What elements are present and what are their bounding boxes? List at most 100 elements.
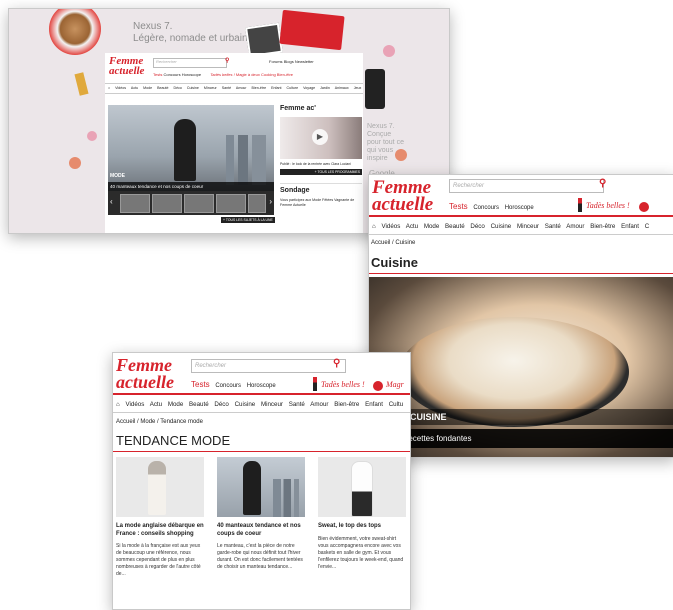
search-input[interactable]: Rechercher xyxy=(191,359,346,373)
article-image[interactable] xyxy=(116,457,204,517)
top-link-newsletter[interactable]: Newsletter xyxy=(295,59,314,64)
nav-item-deco[interactable]: Déco xyxy=(214,401,228,408)
search-icon[interactable]: ⚲ xyxy=(225,57,229,64)
nav-item-deco[interactable]: Déco xyxy=(470,223,484,230)
nav-item-sante[interactable]: Santé xyxy=(289,401,305,408)
nav-item-bien-etre[interactable]: Bien-être xyxy=(590,223,615,230)
search-icon[interactable]: ⚲ xyxy=(333,358,340,369)
site-logo[interactable]: Femme actuelle xyxy=(372,178,433,215)
promo-tag-2[interactable]: Magr xyxy=(386,380,404,389)
tab-tests[interactable]: Tests xyxy=(153,72,162,77)
search-icon[interactable]: ⚲ xyxy=(599,178,606,189)
rail-programs-link[interactable]: + TOUS LES PROGRAMMES xyxy=(280,169,362,175)
promo-side-text: Nexus 7. Conçue pour tout ce qui vous in… xyxy=(367,123,404,162)
article-title[interactable]: La mode anglaise débarque en France : co… xyxy=(116,523,204,538)
site-logo[interactable]: Femme actuelle xyxy=(116,356,174,390)
nav-item-beaute[interactable]: Beauté xyxy=(157,86,168,90)
tab-horoscope[interactable]: Horoscope xyxy=(247,383,276,389)
nav-item-enfant[interactable]: Enfant xyxy=(271,86,281,90)
tab-concours[interactable]: Concours xyxy=(473,205,499,211)
slide-thumb[interactable] xyxy=(120,194,150,213)
prev-arrow-icon[interactable]: ‹ xyxy=(110,197,113,206)
home-icon[interactable]: ⌂ xyxy=(116,401,120,408)
nav-item-sante[interactable]: Santé xyxy=(545,223,561,230)
nav-item-deco[interactable]: Déco xyxy=(174,86,182,90)
tab-horoscope[interactable]: Horoscope xyxy=(505,205,534,211)
nav-item-amour[interactable]: Amour xyxy=(236,86,247,90)
nav-item-amour[interactable]: Amour xyxy=(566,223,584,230)
breadcrumb-home[interactable]: Accueil xyxy=(371,240,390,246)
nav-item-sante[interactable]: Santé xyxy=(222,86,231,90)
nav-item-enfant[interactable]: Enfant xyxy=(365,401,383,408)
tab-concours[interactable]: Concours xyxy=(163,72,180,77)
slide-thumb[interactable] xyxy=(184,194,214,213)
search-input[interactable]: Rechercher xyxy=(153,58,227,68)
nav-item-minceur[interactable]: Minceur xyxy=(204,86,217,90)
promo-tag-2[interactable]: Magie à deux xyxy=(236,72,260,77)
article-card[interactable]: La mode anglaise débarque en France : co… xyxy=(116,457,204,578)
nav-item-bien-etre[interactable]: Bien-être xyxy=(252,86,267,90)
breadcrumb-home[interactable]: Accueil xyxy=(116,419,135,425)
nav-item-videos[interactable]: Vidéos xyxy=(381,223,400,230)
nav-item-mode[interactable]: Mode xyxy=(143,86,152,90)
rail-video[interactable]: ▶ xyxy=(280,117,362,159)
nav-item-culture[interactable]: C xyxy=(645,223,649,230)
article-title[interactable]: Sweat, le top des tops xyxy=(318,523,406,531)
nav-item-jardin[interactable]: Jardin xyxy=(320,86,330,90)
nav-item-videos[interactable]: Vidéos xyxy=(125,401,144,408)
promo-subtitle: Légère, nomade et urbaine. xyxy=(133,33,256,44)
nav-item-cuisine[interactable]: Cuisine xyxy=(187,86,199,90)
nav-item-actu[interactable]: Actu xyxy=(131,86,138,90)
article-image[interactable] xyxy=(217,457,305,517)
nav-item-actu[interactable]: Actu xyxy=(406,223,418,230)
sub-tabs: Tests Concours Horoscope xyxy=(449,202,534,211)
home-icon[interactable]: ⌂ xyxy=(372,223,376,230)
nav-item-videos[interactable]: Vidéos xyxy=(115,86,126,90)
article-title[interactable]: 40 manteaux tendance et nos coups de coe… xyxy=(217,523,305,538)
promo-tag-3[interactable]: Cooking Bien-être xyxy=(261,72,293,77)
tab-tests[interactable]: Tests xyxy=(449,202,468,211)
nav-item-culture[interactable]: Cultu xyxy=(389,401,403,408)
article-card[interactable]: Sweat, le top des tops Bien évidemment, … xyxy=(318,457,406,571)
top-link-blogs[interactable]: Blogs xyxy=(284,59,294,64)
hero-slide[interactable]: MODE 40 manteaux tendance et nos coups d… xyxy=(108,105,274,191)
all-slides-link[interactable]: + TOUS LES SUJETS À LA UNE xyxy=(221,217,275,223)
slide-thumb[interactable] xyxy=(216,194,246,213)
article-image[interactable] xyxy=(318,457,406,517)
hero-slide[interactable]: TES DE CUISINE rty : nos recettes fondan… xyxy=(369,277,673,457)
site-logo[interactable]: Femme actuelle xyxy=(109,55,144,76)
slide-thumb[interactable] xyxy=(248,194,266,213)
nav-item-amour[interactable]: Amour xyxy=(310,401,328,408)
nav-item-culture[interactable]: Culture xyxy=(287,86,299,90)
tab-concours[interactable]: Concours xyxy=(215,383,241,389)
promo-tag[interactable]: Tadès belles ! xyxy=(210,72,235,77)
nav-item-cuisine[interactable]: Cuisine xyxy=(491,223,512,230)
play-icon[interactable]: ▶ xyxy=(312,129,328,145)
nav-item-beaute[interactable]: Beauté xyxy=(189,401,209,408)
nav-item-minceur[interactable]: Minceur xyxy=(261,401,283,408)
promo-tag[interactable]: Tadès belles ! xyxy=(321,380,365,389)
home-icon[interactable]: ⌂ xyxy=(108,86,110,90)
nav-item-animaux[interactable]: Animaux xyxy=(335,86,349,90)
article-card[interactable]: 40 manteaux tendance et nos coups de coe… xyxy=(217,457,305,571)
nav-item-bien-etre[interactable]: Bien-être xyxy=(334,401,359,408)
nav-item-voyage[interactable]: Voyage xyxy=(303,86,315,90)
nav-item-actu[interactable]: Actu xyxy=(150,401,162,408)
nav-item-beaute[interactable]: Beauté xyxy=(445,223,465,230)
nav-item-mode[interactable]: Mode xyxy=(424,223,439,230)
top-link-forums[interactable]: Forums xyxy=(269,59,283,64)
nav-item-mode[interactable]: Mode xyxy=(168,401,183,408)
top-links: Forums Blogs Newsletter xyxy=(269,59,314,64)
nav-item-cuisine[interactable]: Cuisine xyxy=(235,401,256,408)
search-input[interactable]: Rechercher xyxy=(449,179,604,193)
next-arrow-icon[interactable]: › xyxy=(269,197,272,206)
nav-item-jeux[interactable]: Jeux xyxy=(354,86,362,90)
hero-caption-top: TES DE CUISINE xyxy=(369,409,673,425)
nav-item-minceur[interactable]: Minceur xyxy=(517,223,539,230)
promo-tag[interactable]: Tadès belles ! xyxy=(586,201,630,210)
tab-tests[interactable]: Tests xyxy=(191,380,210,389)
breadcrumb-mode[interactable]: Mode xyxy=(140,419,155,425)
tab-horoscope[interactable]: Horoscope xyxy=(182,72,201,77)
slide-thumb[interactable] xyxy=(152,194,182,213)
nav-item-enfant[interactable]: Enfant xyxy=(621,223,639,230)
